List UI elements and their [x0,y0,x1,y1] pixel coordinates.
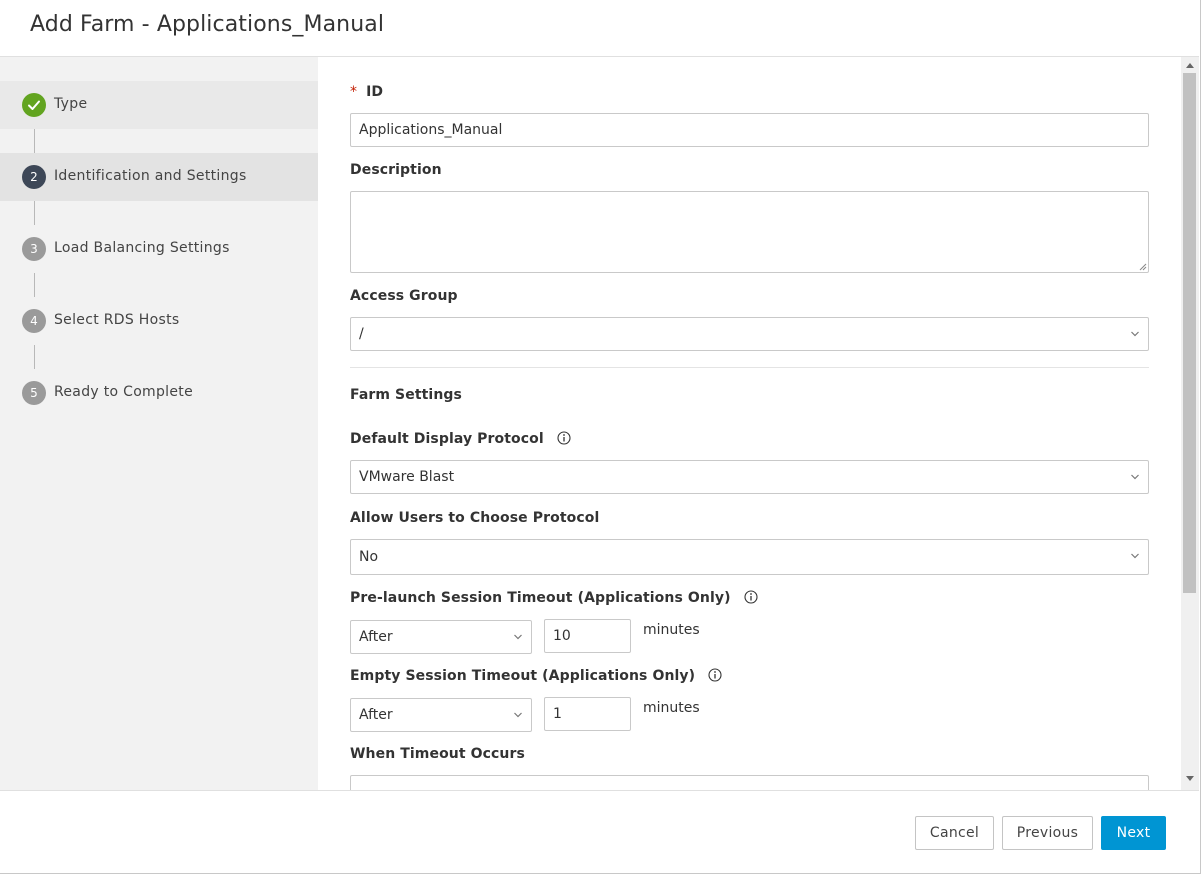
wizard-steps-sidebar: Type 2 Identification and Settings 3 Loa… [0,57,318,790]
step-ready-to-complete[interactable]: 5 Ready to Complete [0,369,318,417]
allow-choose-protocol-select[interactable]: No [350,539,1149,575]
step-label: Ready to Complete [54,384,193,400]
chevron-down-icon [1131,553,1139,559]
prelaunch-timeout-minutes-input[interactable]: 10 [544,619,631,653]
access-group-label: Access Group [350,288,458,304]
dialog-footer: Cancel Previous Next [0,790,1199,873]
dialog-header: Add Farm - Applications_Manual [0,0,1199,57]
access-group-select[interactable]: / [350,317,1149,351]
required-marker: * [350,84,358,100]
step-label: Type [54,96,88,112]
description-label: Description [350,162,442,178]
step-connector [34,273,35,297]
step-identification-and-settings[interactable]: 2 Identification and Settings [0,153,318,201]
allow-choose-protocol-label: Allow Users to Choose Protocol [350,510,600,526]
step-connector [34,129,35,153]
display-protocol-label: Default Display Protocol [350,431,571,447]
chevron-down-icon [1131,474,1139,480]
prelaunch-timeout-label: Pre-launch Session Timeout (Applications… [350,590,758,606]
step-label: Identification and Settings [54,168,247,184]
step-number: 2 [22,165,46,189]
chevron-down-icon [1131,331,1139,337]
step-label: Select RDS Hosts [54,312,180,328]
cancel-button[interactable]: Cancel [915,816,994,850]
step-type[interactable]: Type [0,81,318,129]
section-divider [350,367,1149,368]
when-timeout-occurs-select[interactable] [350,775,1149,790]
prelaunch-timeout-mode-select[interactable]: After [350,620,532,654]
empty-session-timeout-minutes-input[interactable]: 1 [544,697,631,731]
chevron-down-icon [514,634,522,640]
form-content: * ID Applications_Manual Description Acce… [318,57,1181,790]
prelaunch-unit-label: minutes [643,622,700,638]
info-icon[interactable] [557,431,571,445]
next-button[interactable]: Next [1101,816,1166,850]
display-protocol-select[interactable]: VMware Blast [350,460,1149,494]
step-label: Load Balancing Settings [54,240,230,256]
step-select-rds-hosts[interactable]: 4 Select RDS Hosts [0,297,318,345]
step-load-balancing-settings[interactable]: 3 Load Balancing Settings [0,225,318,273]
step-number: 3 [22,237,46,261]
previous-button[interactable]: Previous [1002,816,1093,850]
add-farm-dialog: Add Farm - Applications_Manual Type 2 Id… [0,0,1201,874]
when-timeout-occurs-label: When Timeout Occurs [350,746,525,762]
info-icon[interactable] [708,668,722,682]
scroll-up-arrow-icon[interactable] [1186,62,1194,68]
empty-session-timeout-label: Empty Session Timeout (Applications Only… [350,668,722,684]
description-textarea[interactable] [350,191,1149,273]
id-input[interactable]: Applications_Manual [350,113,1149,147]
id-label: * ID [350,84,384,100]
step-connector [34,201,35,225]
info-icon[interactable] [744,590,758,604]
scroll-down-arrow-icon[interactable] [1186,776,1194,782]
empty-unit-label: minutes [643,700,700,716]
farm-settings-heading: Farm Settings [350,387,462,403]
scrollbar-thumb[interactable] [1183,73,1196,593]
dialog-title: Add Farm - Applications_Manual [30,12,385,37]
step-number: 4 [22,309,46,333]
content-scrollbar[interactable] [1181,57,1199,790]
empty-session-timeout-mode-select[interactable]: After [350,698,532,732]
step-connector [34,345,35,369]
step-number: 5 [22,381,46,405]
chevron-down-icon [514,712,522,718]
checkmark-icon [22,93,46,117]
resize-grip-icon[interactable] [1137,261,1147,271]
